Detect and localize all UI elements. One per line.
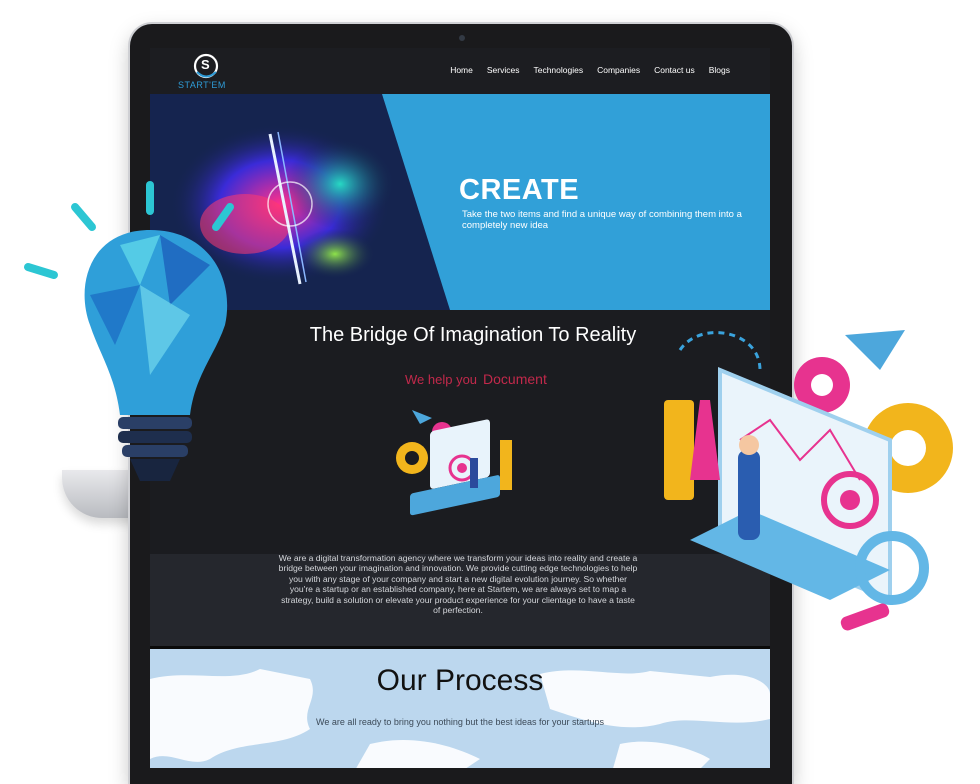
camera-dot bbox=[459, 35, 465, 41]
analytics-laptop-icon bbox=[664, 330, 953, 631]
nav-item-technologies[interactable]: Technologies bbox=[533, 65, 583, 75]
hero-title: CREATE bbox=[459, 174, 580, 206]
analytics-illustration-icon bbox=[396, 410, 512, 516]
nav-item-home[interactable]: Home bbox=[450, 65, 473, 75]
nav-item-contact[interactable]: Contact us bbox=[654, 65, 695, 75]
about-paragraph: We are a digital transformation agency w… bbox=[278, 553, 638, 616]
nav-bar: S START'EM Home Services Technologies Co… bbox=[150, 48, 770, 94]
tagline: We help you Document bbox=[405, 371, 547, 387]
tagline-rotating-word: Document bbox=[483, 371, 547, 387]
process-title: Our Process bbox=[376, 664, 544, 697]
hero-subtitle: Take the two items and find a unique way… bbox=[462, 209, 742, 231]
hero-banner: CREATE Take the two items and find a uni… bbox=[150, 94, 770, 310]
brand-logo[interactable]: S START'EM bbox=[176, 53, 236, 91]
process-subtitle: We are all ready to bring you nothing bu… bbox=[316, 717, 604, 727]
lightbulb-icon bbox=[24, 181, 234, 481]
brand-name: START'EM bbox=[178, 80, 226, 90]
logo-letter: S bbox=[201, 57, 210, 72]
process-section: Our Process We are all ready to bring yo… bbox=[150, 649, 770, 768]
nav-links: Home Services Technologies Companies Con… bbox=[450, 65, 730, 75]
nav-item-companies[interactable]: Companies bbox=[597, 65, 640, 75]
nav-item-services[interactable]: Services bbox=[487, 65, 520, 75]
nav-item-blogs[interactable]: Blogs bbox=[709, 65, 730, 75]
tagline-prefix: We help you bbox=[405, 372, 478, 387]
